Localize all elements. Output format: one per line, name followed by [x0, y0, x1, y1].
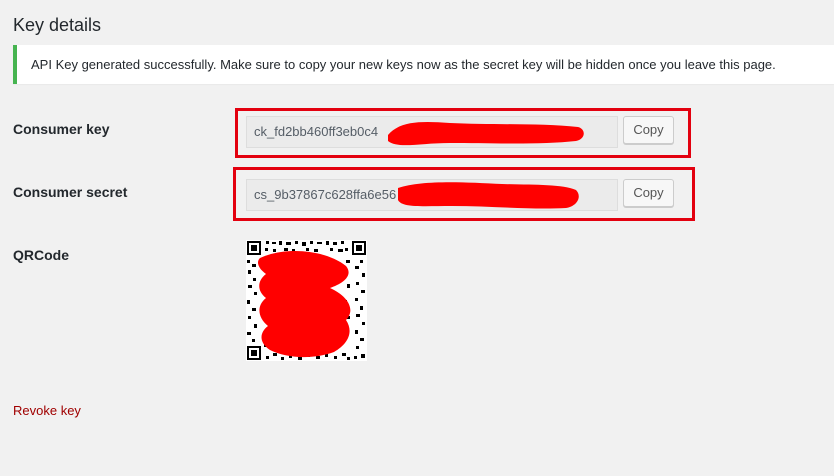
- revoke-key-link[interactable]: Revoke key: [13, 403, 81, 418]
- qr-redaction: [258, 251, 351, 358]
- success-notice: API Key generated successfully. Make sur…: [13, 45, 834, 84]
- qrcode-label: QRCode: [13, 247, 69, 263]
- consumer-key-redaction: [388, 122, 584, 146]
- consumer-secret-label: Consumer secret: [13, 184, 128, 200]
- page-title: Key details: [13, 15, 102, 35]
- consumer-secret-value: cs_9b37867c628ffa6e56: [254, 187, 397, 202]
- copy-consumer-secret-button[interactable]: Copy: [623, 179, 674, 207]
- consumer-key-value: ck_fd2bb460ff3eb0c4: [254, 124, 379, 139]
- copy-consumer-key-button[interactable]: Copy: [623, 116, 674, 144]
- consumer-key-label: Consumer key: [13, 121, 110, 137]
- qr-code-graphic: [246, 240, 367, 361]
- notice-message: API Key generated successfully. Make sur…: [31, 57, 776, 72]
- qr-code-image: [246, 240, 367, 361]
- consumer-secret-redaction: [398, 182, 579, 209]
